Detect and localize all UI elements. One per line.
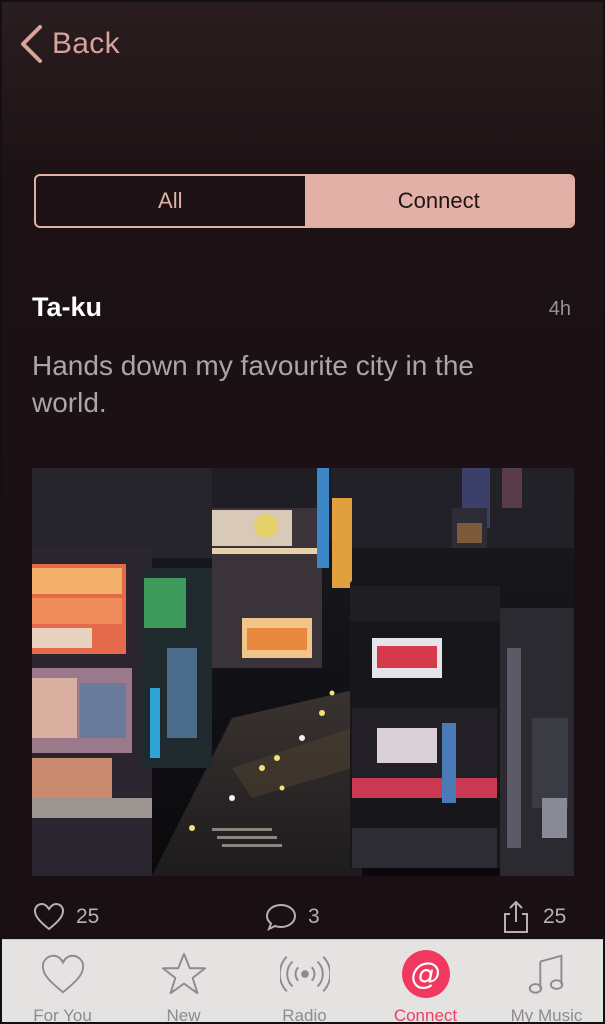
share-count: 25 [543, 905, 567, 928]
at-sign-icon: @ [401, 950, 450, 998]
share-icon [504, 900, 528, 933]
tab-radio[interactable]: Radio [244, 940, 365, 1024]
back-button[interactable]: Back [18, 22, 120, 66]
tab-my-music[interactable]: My Music [486, 940, 603, 1024]
share-button[interactable]: 25 [499, 900, 566, 934]
tab-label: Connect [393, 1006, 458, 1024]
back-label: Back [52, 27, 120, 60]
comment-button[interactable]: 3 [264, 900, 320, 934]
tab-label: For You [33, 1006, 92, 1024]
post-timestamp: 4h [548, 298, 571, 320]
tab-connect[interactable]: @ Connect [365, 940, 486, 1024]
tab-label: My Music [510, 1006, 583, 1024]
heart-icon [33, 902, 65, 931]
tab-new[interactable]: New [123, 940, 244, 1024]
speech-bubble-icon [265, 903, 297, 932]
city-night-photo [32, 468, 574, 876]
post-actions: 25 3 25 [32, 900, 577, 940]
post-photo[interactable] [32, 468, 574, 876]
tab-for-you[interactable]: For You [2, 940, 123, 1024]
post-author[interactable]: Ta-ku [32, 292, 102, 323]
tab-bar: For You New Radio @ Connect My Music [2, 939, 603, 1024]
comment-count: 3 [308, 905, 320, 928]
music-note-icon [528, 954, 563, 994]
segment-all[interactable]: All [36, 176, 305, 226]
like-count: 25 [76, 905, 100, 928]
chevron-left-icon [21, 25, 42, 63]
star-icon [161, 952, 206, 995]
radio-waves-icon [279, 956, 330, 992]
heart-icon [41, 954, 84, 994]
tab-label: New [166, 1006, 201, 1024]
connect-screen: Back All Connect Ta-ku 4h Hands down my … [0, 0, 605, 1024]
like-button[interactable]: 25 [32, 900, 99, 934]
post-text: Hands down my favourite city in the worl… [32, 350, 474, 418]
segmented-control: All Connect [34, 174, 575, 228]
tab-label: Radio [282, 1006, 327, 1024]
segment-connect[interactable]: Connect [304, 176, 573, 226]
